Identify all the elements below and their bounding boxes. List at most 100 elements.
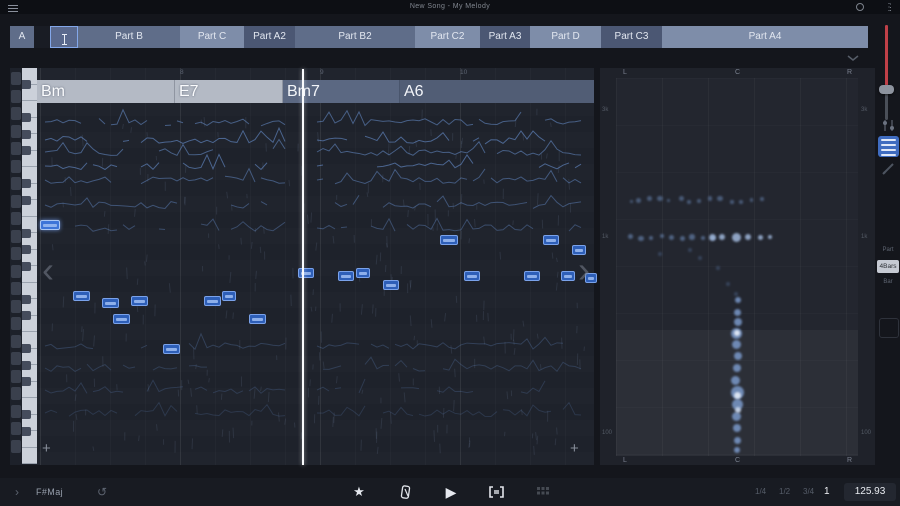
scroll-right-icon[interactable]: › (578, 252, 590, 288)
undo-icon[interactable]: ↺ (94, 478, 110, 506)
loop-region-icon[interactable] (489, 486, 504, 498)
midi-note[interactable] (204, 296, 221, 306)
midi-note[interactable] (561, 271, 575, 281)
white-key[interactable] (22, 448, 37, 465)
octave-block[interactable] (11, 387, 21, 400)
lyrics-list-button[interactable] (878, 136, 899, 157)
chord-region-e7[interactable]: E7 (175, 80, 283, 103)
volume-fader-knob[interactable] (879, 85, 894, 94)
metronome-icon[interactable] (399, 485, 413, 500)
midi-note[interactable] (73, 291, 90, 301)
octave-block[interactable] (11, 282, 21, 295)
octave-block[interactable] (11, 335, 21, 348)
beat-indicator[interactable]: 1 (824, 478, 830, 506)
part-tab-part-b[interactable]: Part B (78, 26, 180, 48)
midi-note[interactable] (338, 271, 354, 281)
black-key[interactable] (22, 377, 31, 386)
mixer-icon[interactable] (881, 119, 897, 132)
part-tab-part-c3[interactable]: Part C3 (601, 26, 662, 48)
chevron-down-icon[interactable] (846, 54, 860, 62)
part-tab-part-a4[interactable]: Part A4 (662, 26, 868, 48)
division-1-4[interactable]: 1/4 (755, 478, 766, 506)
black-key[interactable] (22, 427, 31, 436)
grid-snap-icon[interactable] (537, 487, 549, 497)
play-icon[interactable]: ▶ (441, 478, 461, 506)
black-key[interactable] (22, 146, 31, 155)
octave-block[interactable] (11, 422, 21, 435)
octave-block[interactable] (11, 230, 21, 243)
octave-block[interactable] (11, 370, 21, 383)
sidebar-tool-box[interactable] (879, 318, 899, 338)
octave-block[interactable] (11, 125, 21, 138)
part-tab-part-c2[interactable]: Part C2 (415, 26, 480, 48)
midi-note[interactable] (356, 268, 370, 278)
black-key[interactable] (22, 410, 31, 419)
tempo-display[interactable]: 125.93 (844, 483, 896, 501)
star-icon[interactable]: ★ (350, 478, 368, 506)
midi-note[interactable] (163, 344, 180, 354)
division-3-4[interactable]: 3/4 (803, 478, 814, 506)
chord-region-bm[interactable]: Bm (37, 80, 175, 103)
part-tab-part-b2[interactable]: Part B2 (295, 26, 415, 48)
chord-region-bm7[interactable]: Bm7 (283, 80, 400, 103)
midi-note[interactable] (249, 314, 266, 324)
part-tab-part-c[interactable]: Part C (180, 26, 244, 48)
midi-note[interactable] (113, 314, 130, 324)
part-tab-part-a2[interactable]: Part A2 (244, 26, 295, 48)
black-key[interactable] (22, 80, 31, 89)
add-right-icon[interactable]: + (570, 440, 579, 457)
octave-block[interactable] (11, 405, 21, 418)
add-left-icon[interactable]: + (42, 440, 51, 457)
part-tab-part-a3[interactable]: Part A3 (480, 26, 530, 48)
grid-length-button[interactable]: 4Bars (877, 260, 899, 273)
black-key[interactable] (22, 295, 31, 304)
midi-note[interactable] (543, 235, 559, 245)
expand-chevron-icon[interactable]: › (10, 478, 24, 506)
midi-note[interactable] (383, 280, 399, 290)
octave-block[interactable] (11, 142, 21, 155)
octave-block[interactable] (11, 300, 21, 313)
octave-block[interactable] (11, 195, 21, 208)
black-key[interactable] (22, 344, 31, 353)
part-tab-selected[interactable] (50, 26, 78, 48)
playhead[interactable] (302, 69, 304, 465)
octave-block[interactable] (11, 160, 21, 173)
midi-note[interactable] (440, 235, 458, 245)
black-key[interactable] (22, 262, 31, 271)
chord-region-a6[interactable]: A6 (400, 80, 594, 103)
black-key[interactable] (22, 113, 31, 122)
midi-note[interactable] (222, 291, 236, 301)
midi-note[interactable] (464, 271, 480, 281)
octave-block[interactable] (11, 440, 21, 453)
black-key[interactable] (22, 130, 31, 139)
octave-block[interactable] (11, 107, 21, 120)
octave-block[interactable] (11, 352, 21, 365)
help-icon[interactable] (856, 3, 864, 11)
octave-block[interactable] (11, 247, 21, 260)
octave-block[interactable] (11, 212, 21, 225)
octave-block[interactable] (11, 177, 21, 190)
black-key[interactable] (22, 311, 31, 320)
pencil-icon[interactable] (882, 162, 896, 175)
black-key[interactable] (22, 179, 31, 188)
key-signature-label[interactable]: F#Maj (36, 478, 63, 506)
part-mode-label[interactable]: Part (874, 247, 900, 253)
bar-mode-label[interactable]: Bar (874, 279, 900, 285)
midi-note[interactable] (131, 296, 148, 306)
octave-block[interactable] (11, 90, 21, 103)
black-key[interactable] (22, 229, 31, 238)
part-tab-a[interactable]: A (10, 26, 34, 48)
octave-block[interactable] (11, 265, 21, 278)
octave-block[interactable] (11, 317, 21, 330)
division-1-2[interactable]: 1/2 (779, 478, 790, 506)
midi-note[interactable] (40, 220, 60, 230)
midi-note[interactable] (298, 268, 314, 278)
black-key[interactable] (22, 196, 31, 205)
octave-block[interactable] (11, 72, 21, 85)
sidebar-kebab-icon[interactable]: ⋮ (884, 2, 894, 13)
part-tab-part-d[interactable]: Part D (530, 26, 601, 48)
midi-note[interactable] (102, 298, 119, 308)
black-key[interactable] (22, 245, 31, 254)
black-key[interactable] (22, 361, 31, 370)
midi-note[interactable] (524, 271, 540, 281)
